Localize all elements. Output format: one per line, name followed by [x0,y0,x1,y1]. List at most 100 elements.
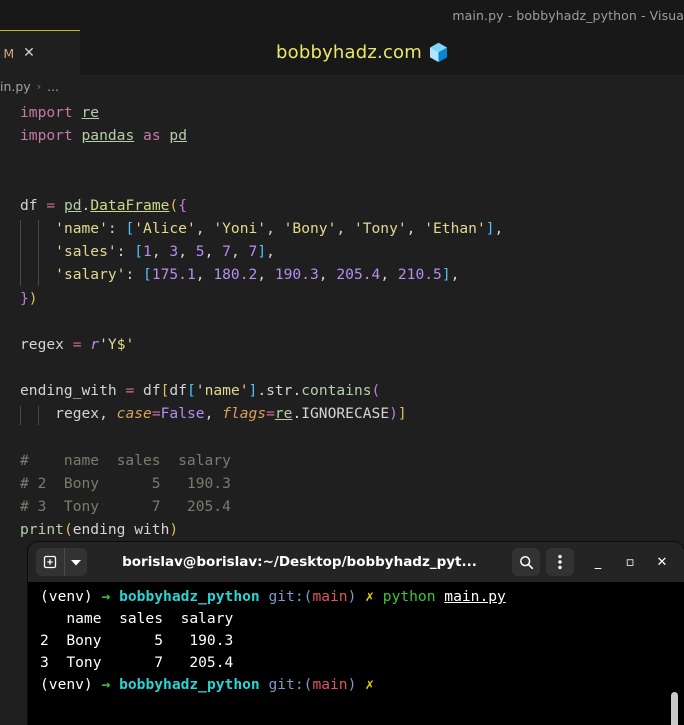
terminal-token: bobbyhadz_python [119,676,260,693]
code-token: , [230,243,249,261]
terminal-token: main [312,588,348,605]
code-line: # 2 Bony 5 190.3 [20,472,503,495]
terminal-body[interactable]: (venv) → bobbyhadz_python git:(main) ✗ p… [28,582,684,725]
code-token: [ [187,382,196,400]
terminal-scrollbar[interactable] [671,692,678,725]
code-token: 'Y$' [99,335,135,353]
code-token: df [169,382,187,400]
code-token: , [406,219,425,237]
breadcrumb-more[interactable]: ... [47,79,59,94]
close-button[interactable]: ✕ [648,548,676,576]
code-token: False [160,405,205,423]
code-line: df = pd.DataFrame({ [20,194,503,217]
code-token: , [380,266,398,284]
code-token: : [116,243,135,261]
code-token: # 2 Bony 5 190.3 [20,475,231,492]
code-token: df [143,382,161,400]
code-token: 'salary' [55,266,126,284]
terminal-token: 3 Tony 7 205.4 [40,654,234,671]
terminal-new-tab-group[interactable] [36,548,87,576]
code-token: 'Tony' [353,219,407,237]
breadcrumb[interactable]: in.py › ... [0,75,684,97]
terminal-token: main.py [444,588,506,605]
code-token: = [151,405,161,423]
code-token: , [318,266,337,284]
new-tab-icon[interactable] [36,548,64,576]
editor-tab-dirty-indicator: M [3,45,15,61]
code-token: , [204,243,223,261]
code-line: # name sales salary [20,449,503,472]
code-line: # 3 Tony 7 205.4 [20,495,503,518]
code-token: ) [28,289,38,307]
code-token: 'name' [55,219,108,237]
code-token: , [266,243,275,261]
code-token: .IGNORECASE [292,405,390,423]
code-line: 'salary': [175.1, 180.2, 190.3, 205.4, 2… [20,263,503,286]
code-content: import re import pandas as pd df = pd.Dat… [20,101,503,537]
code-token: 175.1 [151,266,196,284]
code-token: , [266,219,284,237]
terminal-titlebar: borislav@borislav:~/Desktop/bobbyhadz_py… [28,542,684,582]
indent-guide [37,405,39,425]
code-token: 'Alice' [134,219,196,237]
maximize-button[interactable]: ▫ [616,548,644,576]
code-token: as [143,127,161,145]
chevron-down-icon[interactable] [64,548,87,576]
code-token: 190.3 [274,266,319,284]
code-token: 'name' [195,382,249,400]
code-token: , [336,219,354,237]
code-token: 210.5 [397,266,442,284]
code-token: , [195,219,214,237]
code-line: regex = r'Y$' [20,333,503,356]
terminal-window[interactable]: borislav@borislav:~/Desktop/bobbyhadz_py… [28,542,684,725]
code-line: }) [20,287,503,310]
code-token: df [20,196,38,214]
terminal-title: borislav@borislav:~/Desktop/bobbyhadz_py… [122,554,477,570]
indent-guide [37,220,39,286]
code-line: ending_with = df[df['name'].str.contains… [20,379,503,402]
minimize-button[interactable]: _ [584,548,612,576]
terminal-token: git:( [268,588,313,605]
code-token: 'Bony' [283,219,337,237]
close-icon[interactable]: ✕ [23,46,35,60]
editor-tab-main-py[interactable]: n.py M ✕ [0,30,80,75]
terminal-token: → [101,676,111,693]
code-token: , [257,266,275,284]
code-line: print(ending_with) [20,518,503,537]
terminal-line: 2 Bony 5 190.3 [40,630,506,652]
code-token: import [20,127,73,145]
terminal-token: name sales salary [40,610,234,627]
window-titlebar: main.py - bobbyhadz_python - Visua [0,0,684,30]
code-token: = [125,382,135,400]
search-icon[interactable] [512,548,540,576]
code-token: 205.4 [336,266,381,284]
code-editor[interactable]: import re import pandas as pd df = pd.Dat… [0,97,684,537]
code-token: ] [248,382,258,400]
code-token: 7 [222,243,231,261]
kebab-menu-icon[interactable] [546,548,574,576]
terminal-token: (venv) [40,588,93,605]
code-token: , [450,266,460,284]
code-token: ] [441,266,451,284]
code-token: , [204,405,223,423]
code-token: { [178,196,188,214]
code-line: import re [20,101,503,124]
terminal-token: python [382,588,436,605]
code-token: .str. [257,382,302,400]
code-token: [ [125,219,135,237]
breadcrumb-file[interactable]: in.py [0,79,31,94]
